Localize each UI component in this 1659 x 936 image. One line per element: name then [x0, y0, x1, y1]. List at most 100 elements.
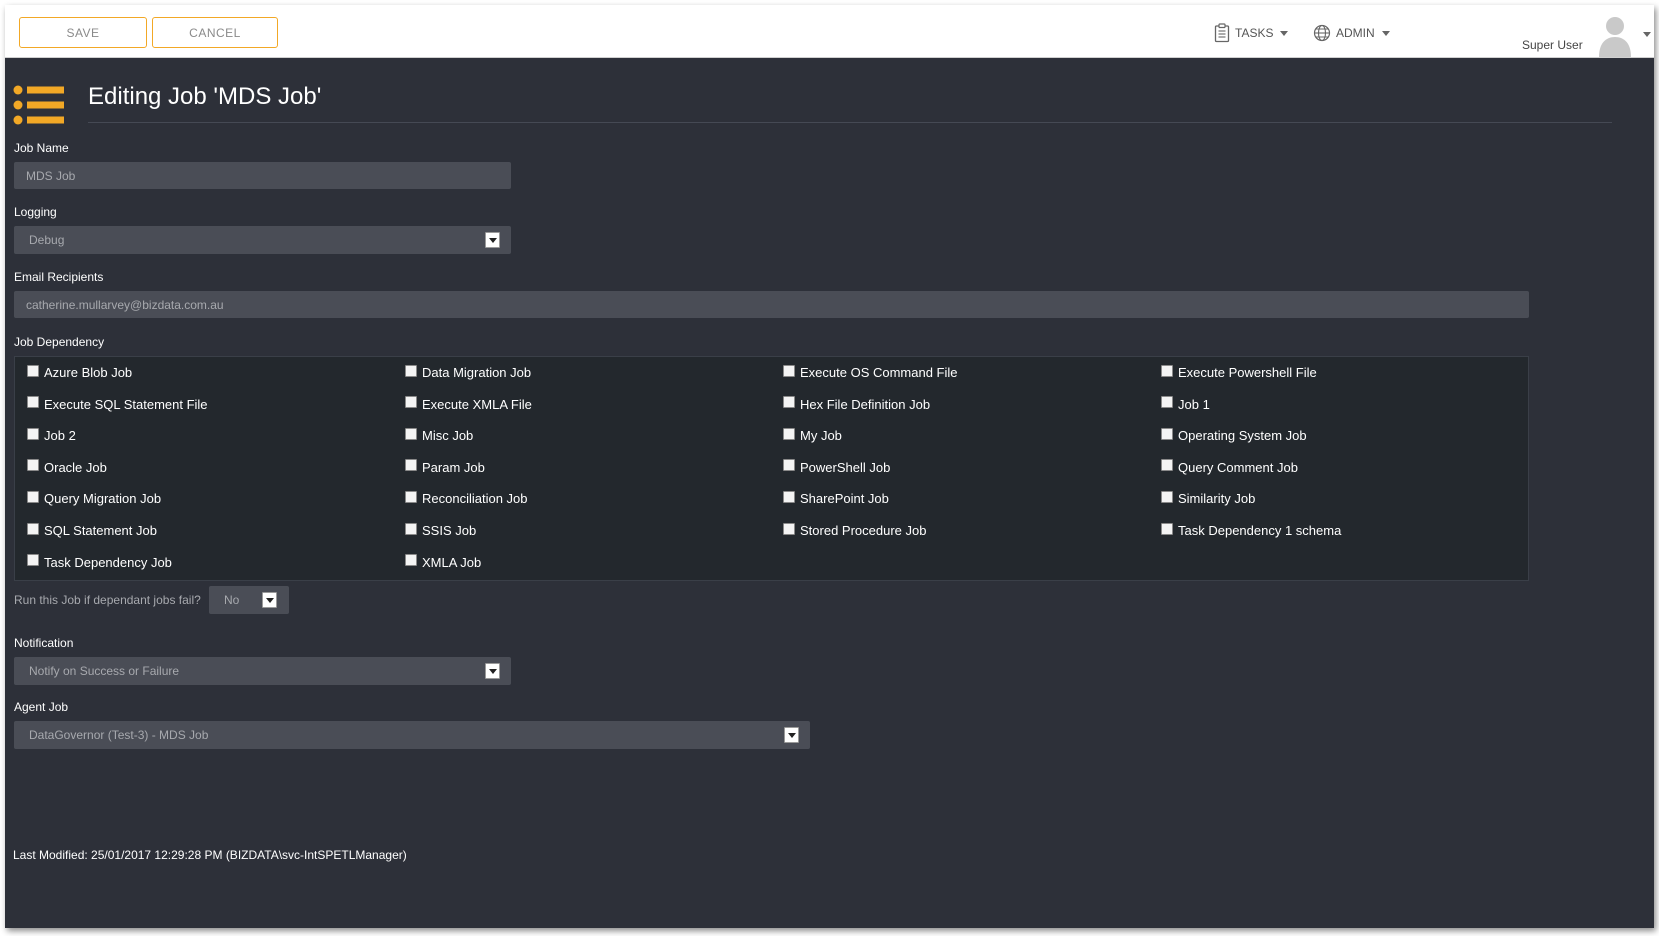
dependency-checkbox[interactable]	[1161, 459, 1173, 472]
dependency-checkbox[interactable]	[27, 554, 39, 567]
dependency-checkbox[interactable]	[27, 459, 39, 472]
dependency-item[interactable]: Task Dependency Job	[27, 554, 172, 570]
dependency-item[interactable]: PowerShell Job	[783, 459, 891, 475]
dependency-label: Execute XMLA File	[422, 396, 532, 412]
dependency-item[interactable]: Reconciliation Job	[405, 490, 528, 506]
dependency-item[interactable]: Stored Procedure Job	[783, 522, 927, 538]
job-dependency-panel: Azure Blob Job Data Migration Job Execute …	[14, 356, 1529, 581]
chevron-down-icon	[1280, 30, 1289, 36]
dependency-label: Oracle Job	[44, 459, 107, 475]
dependency-checkbox[interactable]	[783, 427, 795, 440]
dependency-label: SharePoint Job	[800, 491, 889, 507]
dependency-checkbox[interactable]	[1161, 396, 1173, 409]
dependency-checkbox[interactable]	[405, 490, 417, 503]
dropdown-arrow-icon[interactable]	[262, 592, 277, 608]
dependency-label: Execute SQL Statement File	[44, 396, 208, 412]
dependency-checkbox[interactable]	[1161, 490, 1173, 503]
avatar-icon[interactable]	[1597, 13, 1633, 57]
globe-icon	[1313, 24, 1331, 42]
dependency-checkbox[interactable]	[27, 522, 39, 535]
notification-select[interactable]: Notify on Success or Failure	[14, 657, 511, 685]
dependency-item[interactable]: Hex File Definition Job	[783, 396, 931, 412]
dependency-label: Execute Powershell File	[1178, 365, 1317, 380]
dependency-item[interactable]: Query Migration Job	[27, 490, 161, 506]
dependency-item[interactable]: Job 1	[1161, 396, 1210, 412]
agent-job-select[interactable]: DataGovernor (Test-3) - MDS Job	[14, 721, 810, 749]
dependency-checkbox[interactable]	[27, 490, 39, 503]
top-toolbar: SAVE CANCEL TASKS ADMIN Super User	[5, 5, 1654, 58]
dropdown-arrow-icon[interactable]	[784, 727, 799, 743]
dependency-item[interactable]: Azure Blob Job	[27, 364, 133, 380]
dependency-item[interactable]: Misc Job	[405, 427, 474, 444]
dependency-checkbox[interactable]	[405, 522, 417, 535]
dependency-label: XMLA Job	[422, 554, 482, 570]
admin-label: ADMIN	[1336, 26, 1375, 40]
dependency-checkbox[interactable]	[405, 459, 417, 472]
dependency-label: SSIS Job	[422, 523, 477, 538]
job-name-input[interactable]: MDS Job	[14, 162, 511, 189]
dependency-item[interactable]: Execute XMLA File	[405, 396, 532, 412]
dependency-checkbox[interactable]	[405, 554, 417, 567]
dependency-label: Azure Blob Job	[44, 365, 133, 380]
dependency-item[interactable]: XMLA Job	[405, 554, 482, 570]
dependency-item[interactable]: Task Dependency 1 schema	[1161, 522, 1341, 538]
dependency-label: Operating System Job	[1178, 428, 1307, 444]
dependency-checkbox[interactable]	[1161, 522, 1173, 535]
dependency-checkbox[interactable]	[783, 364, 795, 377]
dependency-checkbox[interactable]	[1161, 364, 1173, 377]
dependency-checkbox[interactable]	[405, 396, 417, 409]
dependency-item[interactable]: Data Migration Job	[405, 364, 532, 380]
dependency-label: Data Migration Job	[422, 365, 532, 380]
cancel-button[interactable]: CANCEL	[152, 17, 278, 48]
dropdown-arrow-icon[interactable]	[485, 232, 500, 248]
email-recipients-input[interactable]: catherine.mullarvey@bizdata.com.au	[14, 291, 1529, 318]
dependency-item[interactable]: SSIS Job	[405, 522, 477, 538]
dependency-item[interactable]: Operating System Job	[1161, 427, 1307, 444]
dependency-item[interactable]: Query Comment Job	[1161, 459, 1298, 475]
dependency-label: PowerShell Job	[800, 459, 891, 475]
admin-menu[interactable]: ADMIN	[1313, 22, 1390, 44]
title-divider	[88, 122, 1612, 123]
dependency-item[interactable]: Execute OS Command File	[783, 364, 958, 380]
email-recipients-label: Email Recipients	[14, 270, 104, 284]
dependency-item[interactable]: Execute Powershell File	[1161, 364, 1317, 380]
dependency-checkbox[interactable]	[783, 396, 795, 409]
dependency-item[interactable]: Oracle Job	[27, 459, 107, 475]
run-if-fail-select[interactable]: No	[209, 586, 289, 614]
dependency-checkbox[interactable]	[783, 522, 795, 535]
dependency-item[interactable]: Similarity Job	[1161, 490, 1256, 507]
dependency-checkbox[interactable]	[405, 427, 417, 440]
dependency-label: Query Comment Job	[1178, 459, 1298, 475]
dependency-item[interactable]: SharePoint Job	[783, 490, 889, 507]
user-menu-chevron-icon[interactable]	[1643, 32, 1651, 37]
dependency-checkbox[interactable]	[1161, 427, 1173, 440]
dependency-label: Similarity Job	[1178, 491, 1256, 507]
dependency-checkbox[interactable]	[405, 364, 417, 377]
logging-select[interactable]: Debug	[14, 226, 511, 254]
dependency-checkbox[interactable]	[783, 459, 795, 472]
dependency-item[interactable]: My Job	[783, 427, 842, 443]
dropdown-arrow-icon[interactable]	[485, 663, 500, 679]
job-dependency-label: Job Dependency	[14, 335, 105, 349]
dependency-label: Stored Procedure Job	[800, 523, 927, 538]
dependency-item[interactable]: Param Job	[405, 459, 485, 475]
user-name[interactable]: Super User	[1522, 38, 1583, 52]
clipboard-icon	[1214, 23, 1230, 43]
save-button[interactable]: SAVE	[19, 17, 147, 48]
dependency-checkbox[interactable]	[27, 396, 39, 409]
dependency-checkbox[interactable]	[783, 490, 795, 503]
dependency-label: Param Job	[422, 459, 485, 475]
dependency-item[interactable]: Job 2	[27, 427, 76, 443]
dependency-checkbox[interactable]	[27, 427, 39, 440]
dependency-label: Misc Job	[422, 428, 474, 444]
dependency-item[interactable]: Execute SQL Statement File	[27, 396, 208, 412]
run-if-fail-label: Run this Job if dependant jobs fail?	[14, 593, 201, 607]
dependency-checkbox[interactable]	[27, 364, 39, 377]
dependency-label: Hex File Definition Job	[800, 396, 931, 412]
tasks-label: TASKS	[1235, 26, 1274, 40]
dependency-item[interactable]: SQL Statement Job	[27, 522, 157, 538]
chevron-down-icon	[1381, 30, 1390, 36]
tasks-menu[interactable]: TASKS	[1214, 22, 1289, 44]
dependency-label: Job 1	[1178, 396, 1210, 412]
dependency-label: SQL Statement Job	[44, 523, 157, 538]
